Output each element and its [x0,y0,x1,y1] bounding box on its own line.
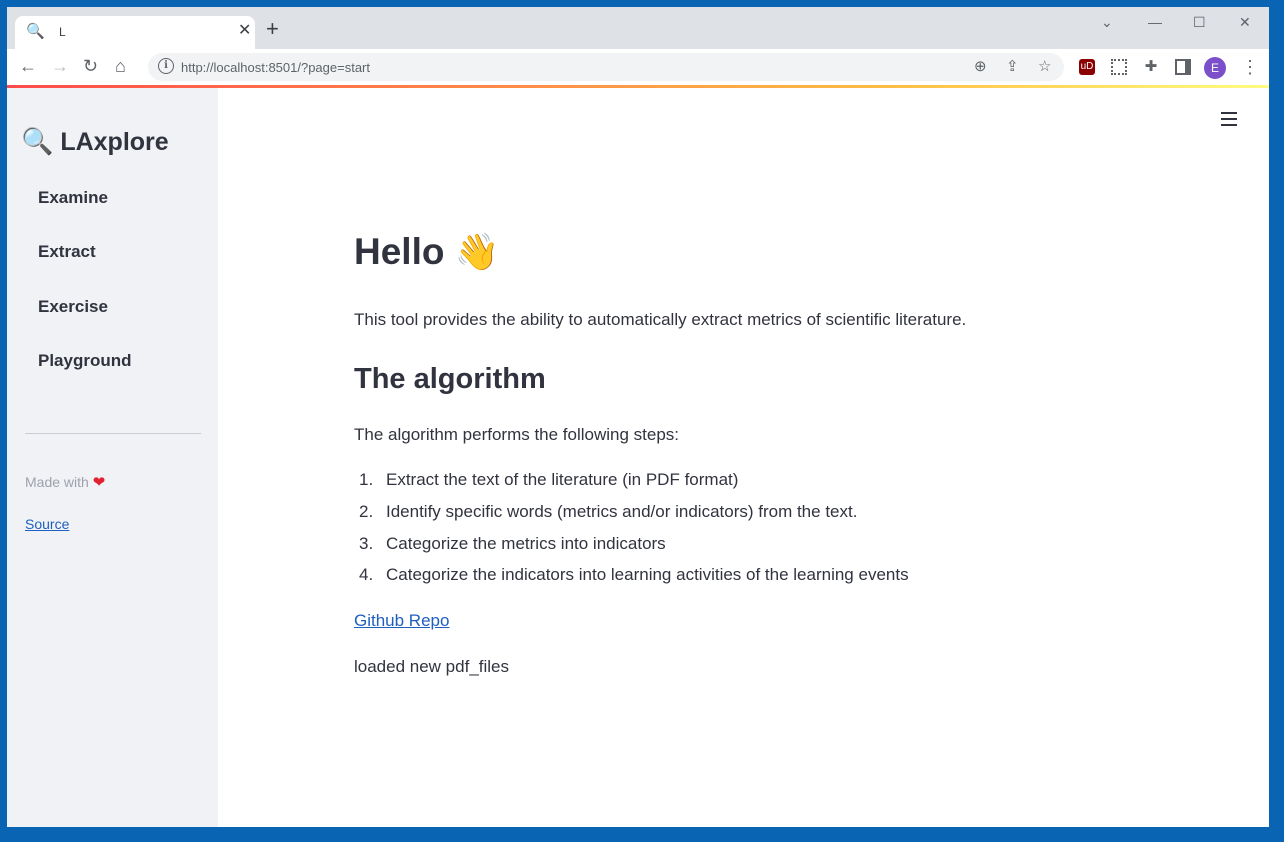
magnifier-favicon-icon: 🔍 [26,23,45,40]
list-item-number: 1. [359,470,374,489]
bookmark-star-icon[interactable]: ☆ [1038,57,1051,77]
side-panel-icon[interactable] [1175,59,1191,75]
address-bar[interactable]: i http://localhost:8501/?page=start ⊕ ⇪ … [148,53,1064,81]
sidebar: 🔍 LAxplore Examine Extract Exercise Play… [7,88,218,827]
status-message: loaded new pdf_files [354,657,510,676]
reload-icon[interactable]: ↻ [83,55,98,77]
list-item-text: Categorize the indicators into learning … [386,565,909,584]
list-item: 2. Identify specific words (metrics and/o… [354,502,857,522]
source-link[interactable]: Source [25,516,69,532]
steps-intro: The algorithm performs the following ste… [354,425,680,444]
sidebar-item-exercise[interactable]: Exercise [38,297,108,317]
list-item-text: Identify specific words (metrics and/or … [386,502,858,521]
made-with-text: Made with [25,474,89,490]
page-title: Hello 👋 [354,231,500,273]
main-content: Hello 👋 This tool provides the ability t… [218,88,1269,827]
forward-arrow-icon[interactable]: → [51,55,69,77]
window-close-icon[interactable]: ✕ [1239,13,1251,31]
maximize-icon[interactable]: ☐ [1193,13,1206,31]
list-item-number: 3. [359,534,374,553]
github-repo-link[interactable]: Github Repo [354,611,449,631]
hamburger-menu-icon[interactable] [1221,112,1237,126]
qr-code-icon[interactable] [1111,59,1127,75]
sidebar-item-playground[interactable]: Playground [38,351,132,371]
sidebar-item-extract[interactable]: Extract [38,242,96,262]
tab-title: L [59,25,66,39]
list-item-text: Categorize the metrics into indicators [386,534,666,553]
magnifier-icon: 🔍 [21,126,54,156]
zoom-icon[interactable]: ⊕ [974,57,987,77]
tab-strip: 🔍 L ✕ + ⌄ — ☐ ✕ [7,7,1269,49]
profile-avatar[interactable]: E [1204,57,1226,79]
browser-window: 🔍 L ✕ + ⌄ — ☐ ✕ ← → ↻ ⌂ i http://localho… [7,7,1269,827]
browser-menu-icon[interactable]: ⋮ [1241,56,1259,78]
list-item-number: 2. [359,502,374,521]
waving-hand-icon: 👋 [454,231,500,272]
new-tab-icon[interactable]: + [266,18,279,40]
section-heading: The algorithm [354,363,546,395]
browser-tab[interactable]: 🔍 L ✕ [15,16,255,49]
browser-toolbar: ← → ↻ ⌂ i http://localhost:8501/?page=st… [7,49,1269,85]
minimize-icon[interactable]: — [1148,13,1162,31]
made-with-note: Made with ❤ [25,473,105,491]
close-tab-icon[interactable]: ✕ [238,22,251,40]
intro-paragraph: This tool provides the ability to automa… [354,310,967,329]
list-item: 3. Categorize the metrics into indicators [354,534,666,554]
sidebar-brand: 🔍 LAxplore [21,126,169,157]
brand-title: LAxplore [60,128,169,156]
ublock-extension-icon[interactable]: uD [1079,59,1095,75]
url-text[interactable]: http://localhost:8501/?page=start [181,60,370,75]
page-title-text: Hello [354,231,445,272]
list-item: 4. Categorize the indicators into learnin… [354,565,909,585]
home-icon[interactable]: ⌂ [115,55,126,77]
tab-search-icon[interactable]: ⌄ [1101,13,1113,31]
list-item-text: Extract the text of the literature (in P… [386,470,739,489]
heart-icon: ❤ [92,474,106,491]
site-info-icon[interactable]: i [158,58,174,74]
extensions-puzzle-icon[interactable]: ✚ [1143,59,1159,75]
list-item: 1. Extract the text of the literature (in… [354,470,738,490]
sidebar-divider [25,433,201,434]
share-icon[interactable]: ⇪ [1006,57,1019,77]
back-arrow-icon[interactable]: ← [19,55,37,77]
sidebar-item-examine[interactable]: Examine [38,188,108,208]
list-item-number: 4. [359,565,374,584]
